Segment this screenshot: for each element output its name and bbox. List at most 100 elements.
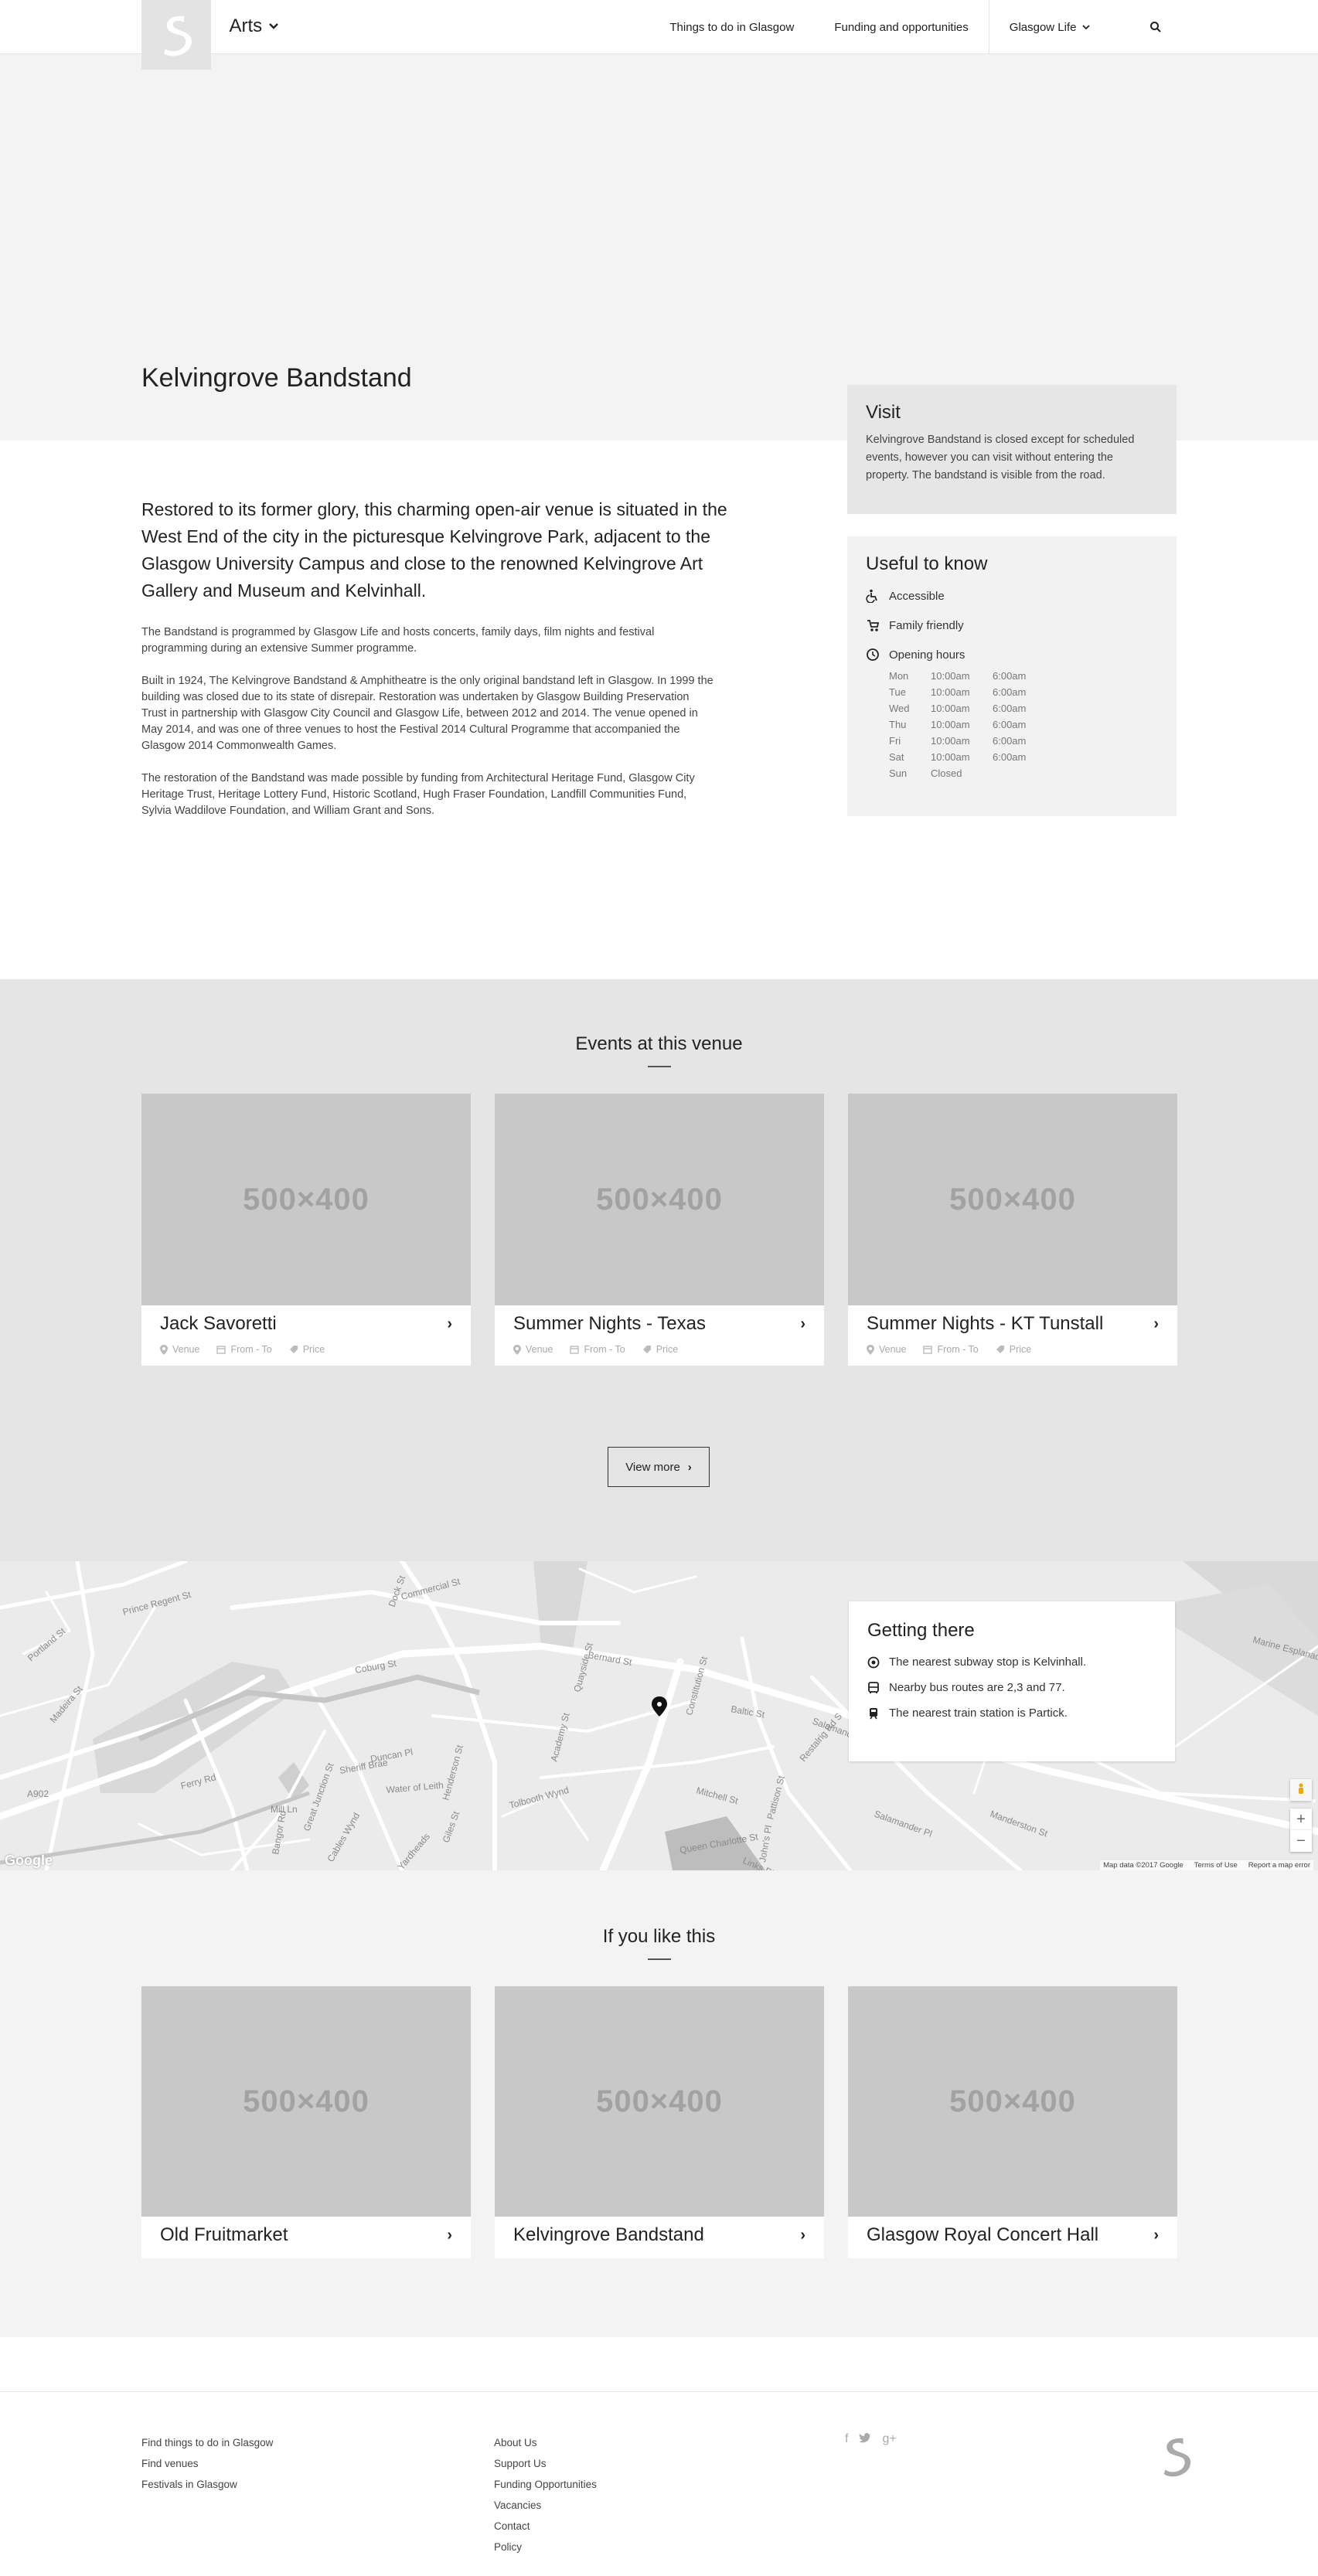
close-time: 6:00am bbox=[993, 735, 1027, 747]
footer-link[interactable]: About Us bbox=[494, 2432, 597, 2453]
events-title: Events at this venue bbox=[575, 1033, 743, 1054]
meta-label: Price bbox=[302, 1344, 325, 1355]
useful-title: Useful to know bbox=[866, 553, 988, 574]
hours-label: Opening hours bbox=[889, 648, 966, 662]
search-icon bbox=[1149, 22, 1161, 32]
getting-there-panel: Getting there The nearest subway stop is… bbox=[849, 1601, 1175, 1761]
related-card[interactable]: 500×400 Kelvingrove Bandstand › bbox=[495, 1986, 824, 2258]
price-meta: Price bbox=[289, 1344, 325, 1355]
location-map[interactable]: Commercial St Bernard St Baltic St Salamand… bbox=[0, 1561, 1318, 1870]
events-cards: 500×400 Jack Savoretti › Venue From - To … bbox=[141, 1094, 1177, 1366]
zoom-in-button[interactable]: + bbox=[1290, 1809, 1312, 1830]
intro-body: The Bandstand is programmed by Glasgow L… bbox=[141, 624, 713, 835]
venue-meta: Venue bbox=[160, 1344, 199, 1355]
day: Fri bbox=[889, 735, 901, 747]
glasgow-logo-icon bbox=[163, 15, 192, 56]
google-logo: Google bbox=[5, 1853, 53, 1868]
nav-label: Funding and opportunities bbox=[834, 20, 969, 34]
event-meta: Venue From - To Price bbox=[848, 1335, 1177, 1366]
opening-hours-table: Mon 10:00am 6:00am Tue 10:00am 6:00am Wed 10:… bbox=[889, 668, 1158, 781]
view-more-button[interactable]: View more › bbox=[608, 1447, 710, 1487]
hours-entry: Tue 10:00am 6:00am bbox=[889, 684, 1158, 700]
nav-things-to-do[interactable]: Things to do in Glasgow bbox=[649, 0, 814, 54]
footer-link[interactable]: Support Us bbox=[494, 2453, 597, 2474]
event-card[interactable]: 500×400 Summer Nights - KT Tunstall › Ven… bbox=[848, 1094, 1177, 1366]
related-title-row: Glasgow Royal Concert Hall › bbox=[848, 2217, 1177, 2258]
site-logo[interactable] bbox=[141, 0, 211, 70]
related-card-title: Old Fruitmarket bbox=[160, 2224, 288, 2245]
search-button[interactable] bbox=[1111, 0, 1177, 54]
footer-link[interactable]: Festivals in Glasgow bbox=[141, 2474, 273, 2495]
hours-row: Opening hours bbox=[866, 648, 1158, 662]
day: Sun bbox=[889, 767, 908, 779]
event-image-placeholder: 500×400 bbox=[141, 1094, 471, 1305]
twitter-icon[interactable] bbox=[859, 2432, 871, 2443]
map-data-label: Map data ©2017 Google bbox=[1103, 1861, 1183, 1870]
map-pin-icon bbox=[160, 1344, 168, 1355]
related-title-row: Old Fruitmarket › bbox=[141, 2217, 471, 2258]
terms-link[interactable]: Terms of Use bbox=[1194, 1861, 1238, 1870]
footer-link[interactable]: Vacancies bbox=[494, 2495, 597, 2516]
open-time: 10:00am bbox=[931, 735, 970, 747]
visit-panel: Visit Kelvingrove Bandstand is closed ex… bbox=[847, 385, 1177, 514]
footer-logo[interactable] bbox=[1158, 2432, 1194, 2484]
venue-meta: Venue bbox=[513, 1344, 553, 1355]
related-title-row: Kelvingrove Bandstand › bbox=[495, 2217, 824, 2258]
close-time: 6:00am bbox=[993, 703, 1027, 714]
wheelchair-icon bbox=[866, 589, 877, 603]
train-icon bbox=[870, 1707, 877, 1719]
hours-entry: Sat 10:00am 6:00am bbox=[889, 749, 1158, 765]
tag-icon bbox=[642, 1346, 651, 1353]
close-time: 6:00am bbox=[993, 751, 1027, 763]
section-brand-menu[interactable]: Arts bbox=[230, 15, 280, 37]
nav-glasgow-life[interactable]: Glasgow Life bbox=[988, 0, 1111, 54]
event-card[interactable]: 500×400 Summer Nights - Texas › Venue Fro… bbox=[495, 1094, 824, 1366]
map-pin-icon bbox=[513, 1344, 521, 1355]
nav-funding[interactable]: Funding and opportunities bbox=[814, 0, 988, 54]
zoom-out-button[interactable]: − bbox=[1290, 1830, 1312, 1852]
related-card[interactable]: 500×400 Old Fruitmarket › bbox=[141, 1986, 471, 2258]
footer-link[interactable]: Funding Opportunities bbox=[494, 2474, 597, 2495]
chevron-right-icon: › bbox=[447, 1315, 452, 1332]
pram-icon bbox=[867, 620, 880, 631]
price-meta: Price bbox=[996, 1344, 1031, 1355]
nav-label: Glasgow Life bbox=[1009, 20, 1077, 34]
day: Mon bbox=[889, 670, 909, 682]
event-title: Summer Nights - KT Tunstall bbox=[867, 1313, 1104, 1334]
event-image-placeholder: 500×400 bbox=[495, 1094, 824, 1305]
date-meta: From - To bbox=[570, 1344, 625, 1355]
view-more-label: View more bbox=[625, 1460, 680, 1474]
venue-meta: Venue bbox=[867, 1344, 906, 1355]
event-title: Jack Savoretti bbox=[160, 1313, 277, 1334]
footer-link[interactable]: Policy bbox=[494, 2537, 597, 2557]
chevron-right-icon: › bbox=[687, 1460, 692, 1474]
page-title: Kelvingrove Bandstand bbox=[141, 363, 412, 393]
report-error-link[interactable]: Report a map error bbox=[1248, 1861, 1310, 1870]
price-meta: Price bbox=[642, 1344, 678, 1355]
subway-text: The nearest subway stop is Kelvinhall. bbox=[889, 1656, 1087, 1669]
chevron-right-icon: › bbox=[447, 2226, 452, 2244]
related-card[interactable]: 500×400 Glasgow Royal Concert Hall › bbox=[848, 1986, 1177, 2258]
chevron-down-icon bbox=[1081, 25, 1090, 30]
facebook-icon[interactable]: f bbox=[845, 2432, 848, 2446]
footer-links-about: About Us Support Us Funding Opportunitie… bbox=[494, 2432, 597, 2557]
title-rule bbox=[647, 1958, 671, 1960]
related-image-placeholder: 500×400 bbox=[495, 1986, 824, 2217]
tag-icon bbox=[289, 1346, 298, 1353]
google-plus-icon[interactable]: g+ bbox=[882, 2432, 896, 2446]
day: Tue bbox=[889, 686, 906, 698]
day: Sat bbox=[889, 751, 904, 763]
family-row: Family friendly bbox=[866, 618, 1158, 632]
street-view-pegman-icon[interactable] bbox=[1290, 1779, 1312, 1801]
footer-link[interactable]: Contact bbox=[494, 2516, 597, 2537]
open-time: 10:00am bbox=[931, 719, 970, 730]
clock-icon bbox=[867, 648, 879, 661]
footer-link[interactable]: Find venues bbox=[141, 2453, 273, 2474]
bus-row: Nearby bus routes are 2,3 and 77. bbox=[867, 1681, 1156, 1694]
hours-entry: Mon 10:00am 6:00am bbox=[889, 668, 1158, 684]
footer-link[interactable]: Find things to do in Glasgow bbox=[141, 2432, 273, 2453]
date-meta: From - To bbox=[923, 1344, 979, 1355]
open-time: 10:00am bbox=[931, 686, 970, 698]
event-card[interactable]: 500×400 Jack Savoretti › Venue From - To … bbox=[141, 1094, 471, 1366]
hours-entry: Fri 10:00am 6:00am bbox=[889, 733, 1158, 749]
